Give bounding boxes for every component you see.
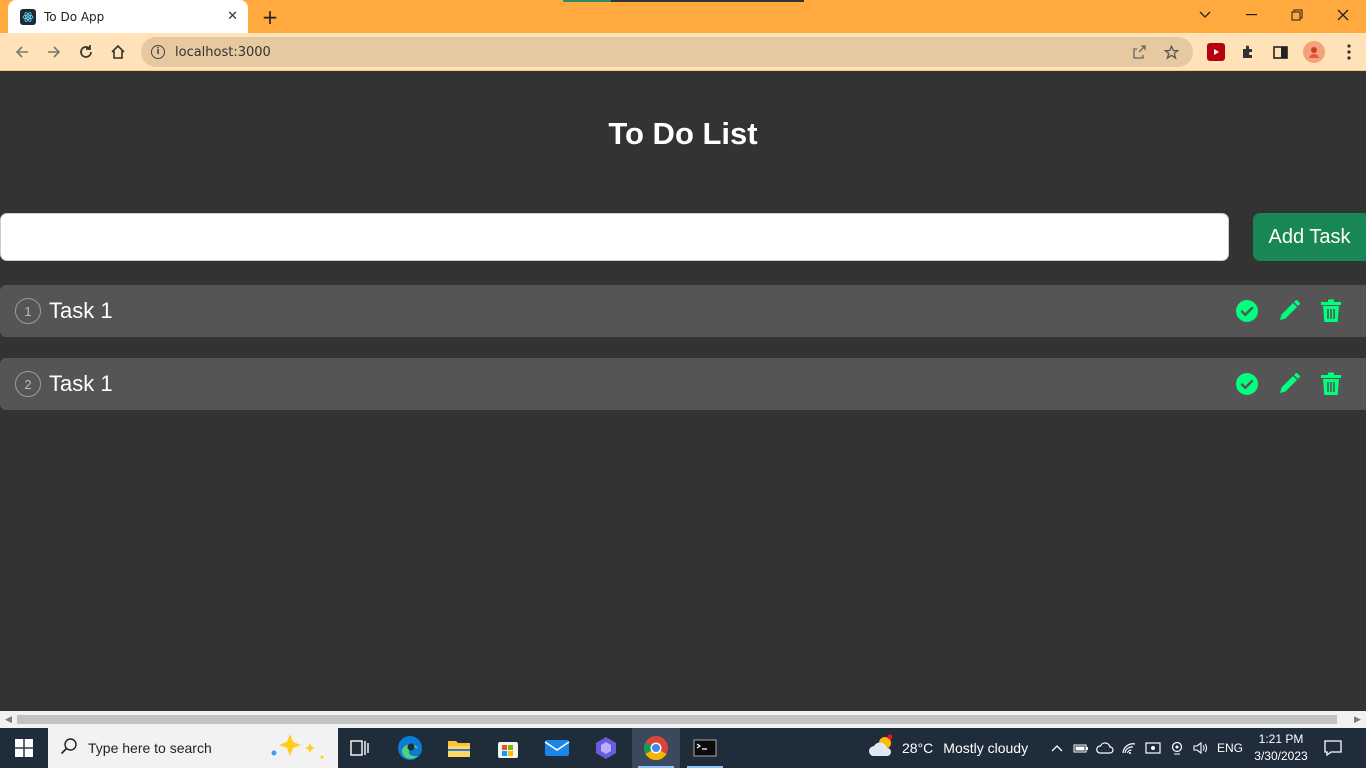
scroll-right-icon[interactable]: ▶: [1349, 714, 1366, 725]
page-title: To Do List: [608, 116, 758, 151]
mail-icon[interactable]: [533, 728, 581, 768]
site-info-icon[interactable]: i: [151, 45, 165, 59]
browser-menu-icon[interactable]: [1340, 43, 1358, 61]
side-panel-icon[interactable]: [1271, 43, 1289, 61]
terminal-icon[interactable]: [681, 728, 729, 768]
task-number-badge: 2: [15, 371, 41, 397]
show-hidden-icons-chevron-up-icon[interactable]: [1047, 728, 1067, 768]
url-text[interactable]: localhost:3000: [175, 45, 1129, 60]
edge-browser-icon[interactable]: [386, 728, 434, 768]
task-actions: [1218, 371, 1344, 397]
edit-pencil-icon[interactable]: [1276, 371, 1302, 397]
windows-taskbar: Type here to search 28°C Mostly cloudy E…: [0, 728, 1366, 768]
task-actions: [1218, 298, 1344, 324]
webcam-icon[interactable]: [1167, 728, 1187, 768]
bookmark-star-icon[interactable]: [1161, 42, 1181, 62]
weather-widget[interactable]: 28°C Mostly cloudy: [868, 728, 1028, 768]
weather-condition: Mostly cloudy: [943, 740, 1029, 756]
tab-search-icon[interactable]: [1182, 0, 1228, 30]
back-arrow-icon[interactable]: [10, 40, 34, 64]
input-language[interactable]: ENG: [1214, 728, 1246, 768]
add-task-button[interactable]: Add Task: [1253, 213, 1366, 261]
onedrive-cloud-icon[interactable]: [1095, 728, 1115, 768]
task-text: Task 1: [49, 298, 113, 323]
forward-arrow-icon[interactable]: [42, 40, 66, 64]
complete-check-icon[interactable]: [1234, 371, 1260, 397]
new-tab-button[interactable]: +: [258, 5, 282, 29]
browser-titlebar: To Do App ✕ +: [0, 0, 1366, 33]
partly-cloudy-icon: [868, 734, 896, 763]
react-favicon-icon: [20, 8, 36, 25]
edit-pencil-icon[interactable]: [1276, 298, 1302, 324]
task-row: 2 Task 1: [0, 358, 1366, 410]
task-input[interactable]: [0, 213, 1229, 261]
delete-trash-icon[interactable]: [1318, 371, 1344, 397]
scroll-left-icon[interactable]: ◀: [0, 714, 17, 725]
browser-tab[interactable]: To Do App ✕: [8, 0, 248, 33]
search-icon: [60, 737, 78, 759]
search-placeholder: Type here to search: [88, 740, 212, 756]
wifi-icon[interactable]: [1119, 728, 1139, 768]
loading-indicator: [563, 0, 804, 2]
profile-avatar[interactable]: [1303, 41, 1325, 63]
tab-close-icon[interactable]: ✕: [227, 9, 238, 24]
battery-icon[interactable]: [1071, 728, 1091, 768]
task-view-icon[interactable]: [336, 728, 384, 768]
delete-trash-icon[interactable]: [1318, 298, 1344, 324]
notification-center-icon[interactable]: [1318, 728, 1348, 768]
extensions-puzzle-icon[interactable]: [1239, 43, 1257, 61]
browser-toolbar: i localhost:3000: [0, 33, 1366, 71]
scrollbar-thumb[interactable]: [17, 715, 1337, 724]
horizontal-scrollbar[interactable]: ◀ ▶: [0, 711, 1366, 728]
file-explorer-icon[interactable]: [435, 728, 483, 768]
minimize-button[interactable]: [1228, 0, 1274, 30]
restore-button[interactable]: [1274, 0, 1320, 30]
share-icon[interactable]: [1129, 42, 1149, 62]
home-icon[interactable]: [106, 40, 130, 64]
youtube-extension-icon[interactable]: [1207, 43, 1225, 61]
clock-date: 3/30/2023: [1254, 749, 1308, 763]
clock-time: 1:21 PM: [1258, 732, 1304, 746]
volume-speaker-icon[interactable]: [1190, 728, 1210, 768]
task-text: Task 1: [49, 371, 113, 396]
search-highlight-sparkle-icon: [266, 731, 326, 765]
complete-check-icon[interactable]: [1234, 298, 1260, 324]
address-bar[interactable]: i localhost:3000: [141, 37, 1193, 67]
reload-icon[interactable]: [74, 40, 98, 64]
meet-now-icon[interactable]: [1143, 728, 1163, 768]
weather-temperature: 28°C: [902, 740, 934, 756]
taskbar-search-box[interactable]: Type here to search: [48, 728, 338, 768]
task-row: 1 Task 1: [0, 285, 1366, 337]
system-clock[interactable]: 1:21 PM 3/30/2023: [1248, 728, 1314, 768]
close-window-button[interactable]: [1320, 0, 1366, 30]
windows-start-icon[interactable]: [0, 728, 48, 768]
power-automate-icon[interactable]: [582, 728, 630, 768]
chrome-browser-icon[interactable]: [632, 728, 680, 768]
microsoft-store-icon[interactable]: [484, 728, 532, 768]
tab-title: To Do App: [44, 9, 105, 24]
task-number-badge: 1: [15, 298, 41, 324]
